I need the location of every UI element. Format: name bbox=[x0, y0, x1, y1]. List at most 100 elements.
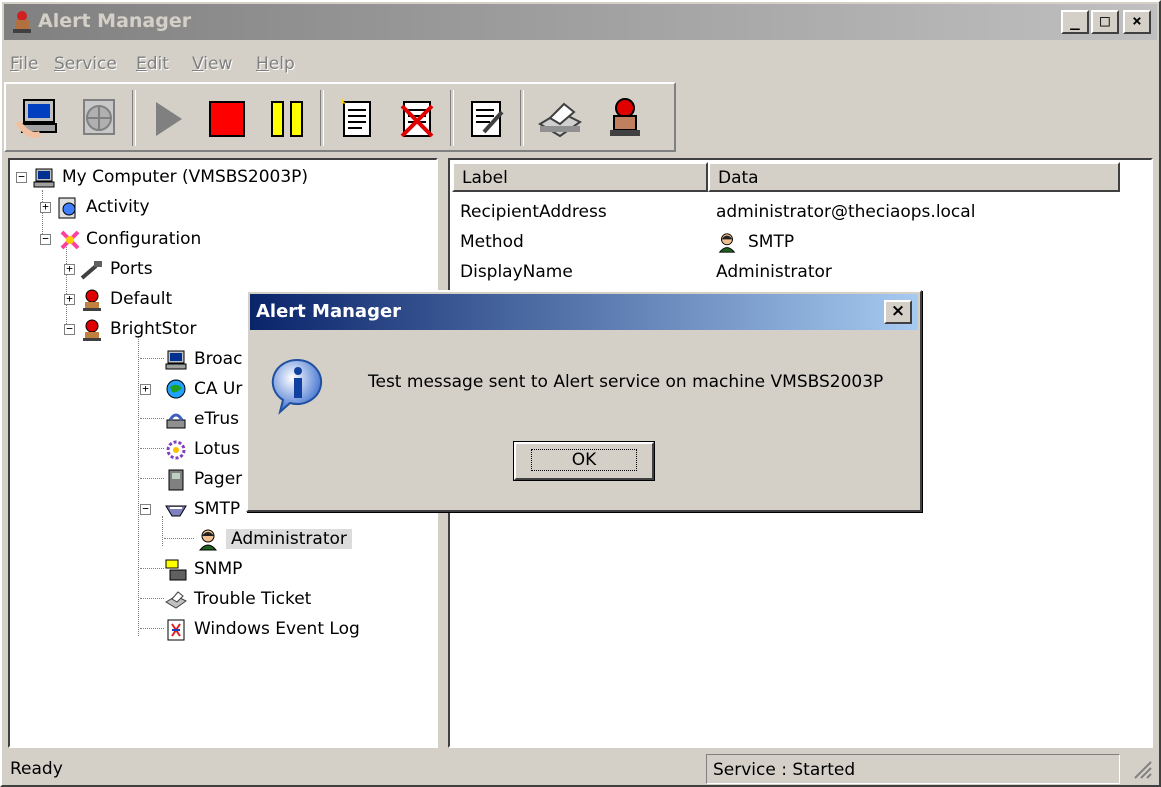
tree-item-label: My Computer (VMSBS2003P) bbox=[62, 167, 309, 187]
row-label: RecipientAddress bbox=[460, 202, 607, 222]
list-row[interactable]: RecipientAddress administrator@theciaops… bbox=[460, 198, 1150, 228]
toolbar-separator bbox=[520, 90, 524, 146]
window-title: Alert Manager bbox=[38, 10, 192, 32]
connect-computer-button[interactable] bbox=[14, 94, 64, 144]
computer-icon bbox=[33, 168, 55, 188]
expand-icon[interactable]: + bbox=[64, 263, 75, 275]
tree-item-label: SNMP bbox=[194, 559, 243, 579]
tree-item-label: Pager bbox=[194, 469, 243, 489]
tree-item-label: CA Ur bbox=[194, 379, 243, 399]
pager-icon bbox=[168, 469, 184, 491]
maximize-button[interactable]: □ bbox=[1091, 10, 1119, 34]
column-header-label[interactable]: Label bbox=[452, 162, 708, 192]
tree-connector bbox=[140, 478, 164, 479]
information-icon bbox=[271, 358, 323, 415]
menu-help[interactable]: Help bbox=[256, 54, 295, 74]
row-label: DisplayName bbox=[460, 262, 573, 282]
expand-icon[interactable]: + bbox=[40, 201, 51, 213]
toolbar bbox=[4, 82, 676, 152]
close-button[interactable]: × bbox=[1123, 10, 1151, 34]
message-dialog: Alert Manager × Test message sent to Ale… bbox=[246, 290, 922, 512]
resize-grip-icon[interactable] bbox=[1129, 756, 1153, 780]
menu-file[interactable]: File bbox=[10, 54, 38, 74]
properties-button[interactable] bbox=[462, 94, 512, 144]
ok-button[interactable]: OK bbox=[513, 441, 655, 481]
row-data: SMTP bbox=[748, 232, 795, 252]
tree-item-configuration[interactable]: − Configuration bbox=[40, 226, 364, 254]
list-row[interactable]: Method SMTP bbox=[460, 228, 1150, 258]
alert-help-button[interactable] bbox=[600, 94, 650, 144]
tree-connector bbox=[164, 538, 194, 539]
status-text: Ready bbox=[10, 759, 63, 779]
row-data: Administrator bbox=[716, 262, 832, 282]
alert-manager-icon bbox=[13, 11, 31, 33]
dialog-close-button[interactable]: × bbox=[884, 300, 912, 324]
service-status: Service : Started bbox=[706, 754, 1120, 784]
tree-item-label: BrightStor bbox=[110, 319, 197, 339]
tree-connector bbox=[140, 418, 164, 419]
snmp-icon bbox=[165, 559, 187, 581]
ok-button-label: OK bbox=[530, 449, 638, 471]
ports-icon bbox=[80, 261, 102, 280]
smtp-icon bbox=[165, 505, 187, 517]
tree-item-label: Trouble Ticket bbox=[194, 589, 312, 609]
tree-item-label: Activity bbox=[86, 197, 150, 217]
start-service-button[interactable] bbox=[142, 94, 192, 144]
tree-item-activity[interactable]: + Activity bbox=[40, 194, 340, 222]
configuration-icon bbox=[60, 230, 80, 250]
tree-item-label: Administrator bbox=[226, 529, 352, 549]
tree-connector bbox=[140, 598, 164, 599]
tree-item-label: Lotus bbox=[194, 439, 240, 459]
list-row[interactable]: DisplayName Administrator bbox=[460, 258, 1150, 288]
dialog-title-bar[interactable]: Alert Manager × bbox=[250, 294, 918, 330]
printer-icon bbox=[165, 591, 187, 609]
activity-icon bbox=[58, 197, 76, 219]
title-bar[interactable]: Alert Manager _ □ × bbox=[4, 4, 1157, 40]
pause-service-button[interactable] bbox=[262, 94, 312, 144]
tree-item-administrator[interactable]: Administrator bbox=[196, 526, 396, 554]
delete-item-button[interactable] bbox=[392, 94, 442, 144]
dialog-message: Test message sent to Alert service on ma… bbox=[368, 372, 884, 392]
expand-icon[interactable]: + bbox=[140, 383, 151, 395]
etrust-icon bbox=[166, 413, 186, 429]
tree-connector bbox=[140, 568, 164, 569]
menu-view[interactable]: View bbox=[192, 54, 232, 74]
tree-item-label: Broac bbox=[194, 349, 243, 369]
broadcast-icon bbox=[165, 350, 187, 370]
stop-service-button[interactable] bbox=[202, 94, 252, 144]
tree-item-label: SMTP bbox=[194, 499, 241, 519]
tree-item-my-computer[interactable]: − My Computer (VMSBS2003P) bbox=[16, 164, 416, 192]
tree-item-ports[interactable]: + Ports bbox=[64, 256, 364, 284]
dialog-title: Alert Manager bbox=[256, 301, 402, 322]
tree-item-trouble-ticket[interactable]: Trouble Ticket bbox=[164, 586, 364, 614]
tree-item-snmp[interactable]: SNMP bbox=[164, 556, 264, 584]
tree-item-label: Default bbox=[110, 289, 173, 309]
toolbar-separator bbox=[132, 90, 136, 146]
collapse-icon[interactable]: − bbox=[140, 503, 151, 515]
globe-icon bbox=[166, 379, 186, 399]
toolbar-separator bbox=[450, 90, 454, 146]
collapse-icon[interactable]: − bbox=[40, 233, 51, 245]
column-header-data[interactable]: Data bbox=[708, 162, 1120, 192]
menu-edit[interactable]: Edit bbox=[136, 54, 169, 74]
tree-item-label: Windows Event Log bbox=[194, 619, 360, 639]
toolbar-separator bbox=[320, 90, 324, 146]
tree-connector bbox=[140, 448, 164, 449]
expand-icon[interactable]: + bbox=[64, 293, 75, 305]
disconnect-button[interactable] bbox=[74, 94, 124, 144]
tree-item-label: Ports bbox=[110, 259, 153, 279]
tree-item-label: Configuration bbox=[86, 229, 202, 249]
tree-connector bbox=[138, 336, 139, 636]
collapse-icon[interactable]: − bbox=[64, 323, 75, 335]
tree-item-label: eTrus bbox=[194, 409, 239, 429]
new-item-button[interactable] bbox=[332, 94, 382, 144]
row-data: administrator@theciaops.local bbox=[716, 202, 976, 222]
menu-service[interactable]: Service bbox=[54, 54, 117, 74]
collapse-icon[interactable]: − bbox=[16, 171, 27, 183]
minimize-button[interactable]: _ bbox=[1061, 10, 1089, 34]
tree-connector bbox=[140, 628, 164, 629]
tree-item-windows-event-log[interactable]: Windows Event Log bbox=[164, 616, 414, 644]
test-message-button[interactable] bbox=[534, 94, 584, 144]
lotus-icon bbox=[166, 440, 186, 460]
row-label: Method bbox=[460, 232, 524, 252]
